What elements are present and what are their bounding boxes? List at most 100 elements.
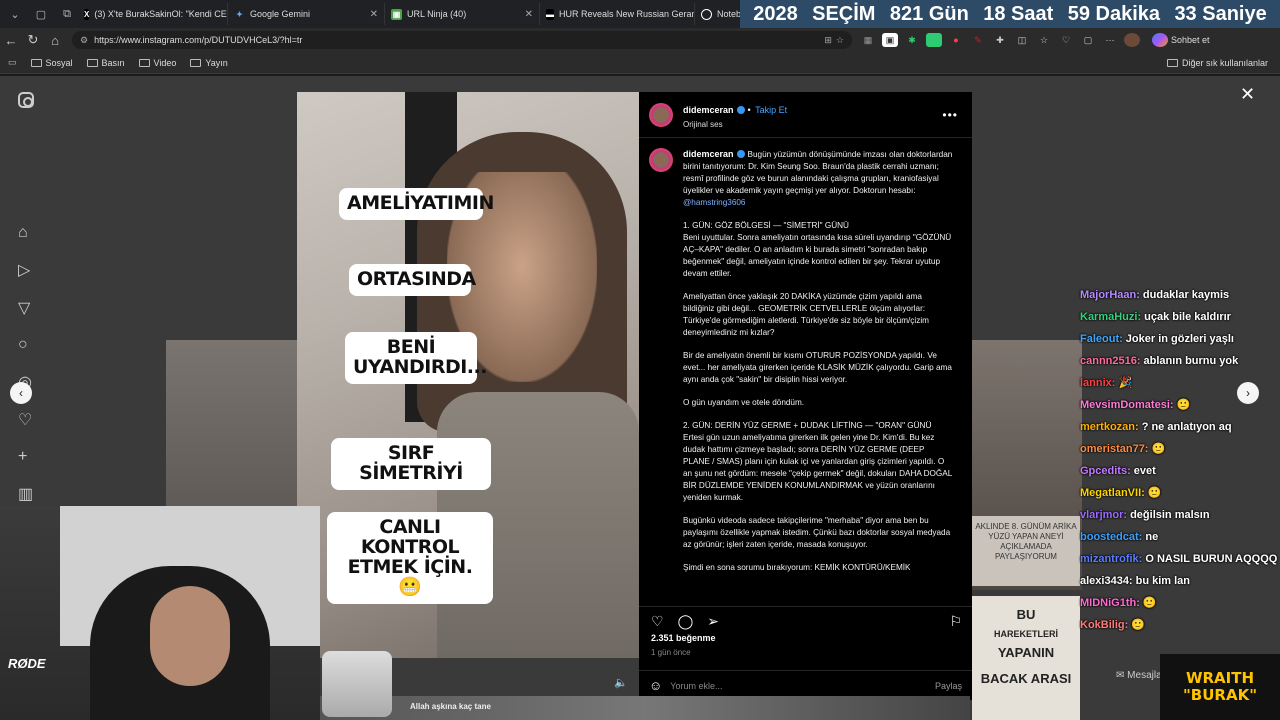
chat-username[interactable]: Gpcedits: (1080, 465, 1131, 477)
extension-icon[interactable]: ✱ (904, 33, 920, 47)
caption-paragraph: Ameliyattan önce yaklaşık 20 DAKİKA yüzü… (683, 292, 932, 337)
home-icon[interactable]: ⌂ (18, 224, 34, 242)
notifications-icon[interactable]: ♡ (18, 410, 34, 430)
collections-icon[interactable]: ♡ (1058, 33, 1074, 47)
extensions-puzzle-icon[interactable]: ✚ (992, 33, 1008, 47)
chat-username[interactable]: MajorHaan: (1080, 289, 1140, 301)
extension-icon[interactable]: ● (948, 33, 964, 47)
tab-label: URL Ninja (40) (407, 9, 467, 19)
chat-username[interactable]: mizantrofik: (1080, 553, 1142, 565)
split-screen-icon[interactable]: ◫ (1014, 33, 1030, 47)
create-icon[interactable]: + (18, 448, 34, 466)
extension-icon[interactable]: ▦ (860, 33, 876, 47)
explore-icon[interactable]: ▽ (18, 298, 34, 318)
chat-username[interactable]: alexi3434: (1080, 575, 1133, 587)
audio-label[interactable]: Orijinal ses (683, 120, 787, 129)
avatar[interactable] (649, 102, 673, 127)
comment-input[interactable]: Yorum ekle... (670, 681, 722, 691)
chat-message: MajorHaan: dudaklar kaymis (1080, 284, 1280, 306)
extension-icon[interactable]: ▣ (882, 33, 898, 47)
workspaces-icon[interactable]: ▢ (30, 4, 52, 24)
caption-username[interactable]: didemceran (683, 149, 734, 159)
extension-icon[interactable] (926, 33, 942, 47)
bookmark-folder[interactable]: Yayın (190, 58, 228, 68)
caption-body: didemceran Bugün yüzümün dönüşümünde imza… (683, 148, 953, 608)
tab-gemini[interactable]: ✦ Google Gemini ✕ (228, 3, 385, 25)
folder-icon (86, 58, 98, 67)
more-options-icon[interactable]: ••• (942, 108, 958, 122)
tab-menu-chevron-icon[interactable]: ⌄ (4, 4, 26, 24)
save-bookmark-icon[interactable]: ⚐ (949, 613, 962, 630)
favorites-icon[interactable]: ☆ (1036, 33, 1052, 47)
bookmark-folder[interactable]: Video (138, 58, 176, 68)
election-countdown-banner: 2028 SEÇİM 821 Gün 18 Saat 59 Dakika 33 … (740, 0, 1280, 28)
mute-toggle-icon[interactable]: 🔈 (614, 676, 630, 692)
messages-button[interactable]: ✉ Mesajlar (1116, 670, 1165, 681)
address-bar[interactable]: ⚙ https://www.instagram.com/p/DUTUDVHCeL… (72, 31, 852, 49)
reload-icon[interactable]: ↻ (22, 32, 44, 48)
profile-avatar[interactable] (1124, 33, 1140, 47)
chat-username[interactable]: lannix: (1080, 377, 1115, 389)
tab-label: HUR Reveals New Russian Geran (559, 9, 695, 19)
chat-username[interactable]: boostedcat: (1080, 531, 1142, 543)
close-icon[interactable]: ✕ (364, 9, 378, 20)
like-count[interactable]: 2.351 beğenme (651, 633, 716, 643)
avatar[interactable] (649, 148, 673, 172)
other-bookmarks[interactable]: Diğer sık kullanılanlar (1166, 58, 1268, 68)
tab-actions-icon[interactable]: ⧉ (56, 4, 78, 24)
search-icon[interactable]: ○ (18, 336, 34, 354)
caption-paragraph: Bugünkü videoda sadece takipçilerime "me… (683, 516, 953, 549)
comment-icon[interactable]: ◯ (678, 613, 694, 630)
tab-icon[interactable]: ▢ (1080, 33, 1096, 47)
bookmarks-bar: ▭ Sosyal Basın Video Yayın Diğer sık kul… (0, 52, 1280, 74)
close-icon[interactable]: ✕ (519, 9, 533, 20)
previous-post-arrow-icon[interactable]: ‹ (10, 382, 32, 404)
chat-message: cannn2516: ablanın burnu yok (1080, 350, 1280, 372)
tab-x[interactable]: X (3) X'te BurakSakinOl: "Kendi CEO ✕ (78, 3, 228, 25)
copilot-button[interactable]: Sohbet et (1149, 33, 1210, 47)
chat-username[interactable]: MevsimDomatesi: (1080, 399, 1174, 411)
tab-hur[interactable]: ▬ HUR Reveals New Russian Geran ✕ (540, 3, 695, 25)
site-info-icon[interactable]: ⚙ (80, 35, 88, 46)
post-username[interactable]: didemceran (683, 105, 734, 115)
chat-message: MegatlanVII: 🙂 (1080, 482, 1280, 504)
reels-icon[interactable]: ▷ (18, 260, 34, 280)
chat-text: Joker in gözleri yaşlı (1125, 333, 1234, 345)
video-caption: CANLI KONTROL ETMEK İÇİN. 😬 (327, 512, 493, 604)
follow-button[interactable]: Takip Et (755, 105, 787, 115)
mention-link[interactable]: @hamstring3606 (683, 198, 745, 207)
post-details-panel: didemceran • Takip Et Orijinal ses ••• di… (639, 92, 972, 700)
chat-username[interactable]: omeristan77: (1080, 443, 1148, 455)
bookmark-folder[interactable]: Basın (86, 58, 125, 68)
chat-username[interactable]: MIDNiG1th: (1080, 597, 1140, 609)
extension-icon[interactable]: ✎ (970, 33, 986, 47)
chat-username[interactable]: Faleout: (1080, 333, 1123, 345)
chat-username[interactable]: KarmaHuzi: (1080, 311, 1141, 323)
bookmark-folder[interactable]: Sosyal (30, 58, 73, 68)
chat-text: uçak bile kaldırır (1144, 311, 1231, 323)
chat-text: 🙂 (1142, 597, 1157, 609)
sidebar-toggle-icon[interactable]: ▭ (8, 57, 17, 68)
home-icon[interactable]: ⌂ (44, 33, 66, 48)
favorite-star-icon[interactable]: ☆ (836, 35, 844, 46)
close-modal-icon[interactable]: ✕ (1240, 84, 1255, 105)
tab-url-ninja[interactable]: ▣ URL Ninja (40) ✕ (385, 3, 540, 25)
emoji-icon[interactable]: ☺ (649, 678, 662, 693)
share-send-icon[interactable]: ➢ (707, 613, 719, 630)
news-icon: ▬ (546, 8, 554, 20)
dashboard-icon[interactable]: ▥ (18, 484, 34, 504)
chat-username[interactable]: mertkozan: (1080, 421, 1139, 433)
caption-paragraph: 2. GÜN: DERİN YÜZ GERME + DUDAK LİFTİNG … (683, 421, 953, 502)
app-available-icon[interactable]: ⊞ (824, 35, 832, 46)
back-arrow-icon[interactable]: ← (0, 33, 22, 48)
chat-username[interactable]: KokBilig: (1080, 619, 1128, 631)
chat-username[interactable]: vlarjmor: (1080, 509, 1127, 521)
instagram-logo-icon[interactable] (18, 92, 34, 108)
share-comment-button[interactable]: Paylaş (935, 681, 962, 691)
notebooklm-icon (701, 8, 712, 20)
chat-username[interactable]: MegatlanVII: (1080, 487, 1145, 499)
more-menu-icon[interactable]: ⋯ (1102, 33, 1118, 47)
like-heart-icon[interactable]: ♡ (651, 613, 664, 630)
post-video[interactable]: AMELİYATIMIN ORTASINDA BENİ UYANDIRDI...… (297, 92, 639, 658)
chat-username[interactable]: cannn2516: (1080, 355, 1141, 367)
